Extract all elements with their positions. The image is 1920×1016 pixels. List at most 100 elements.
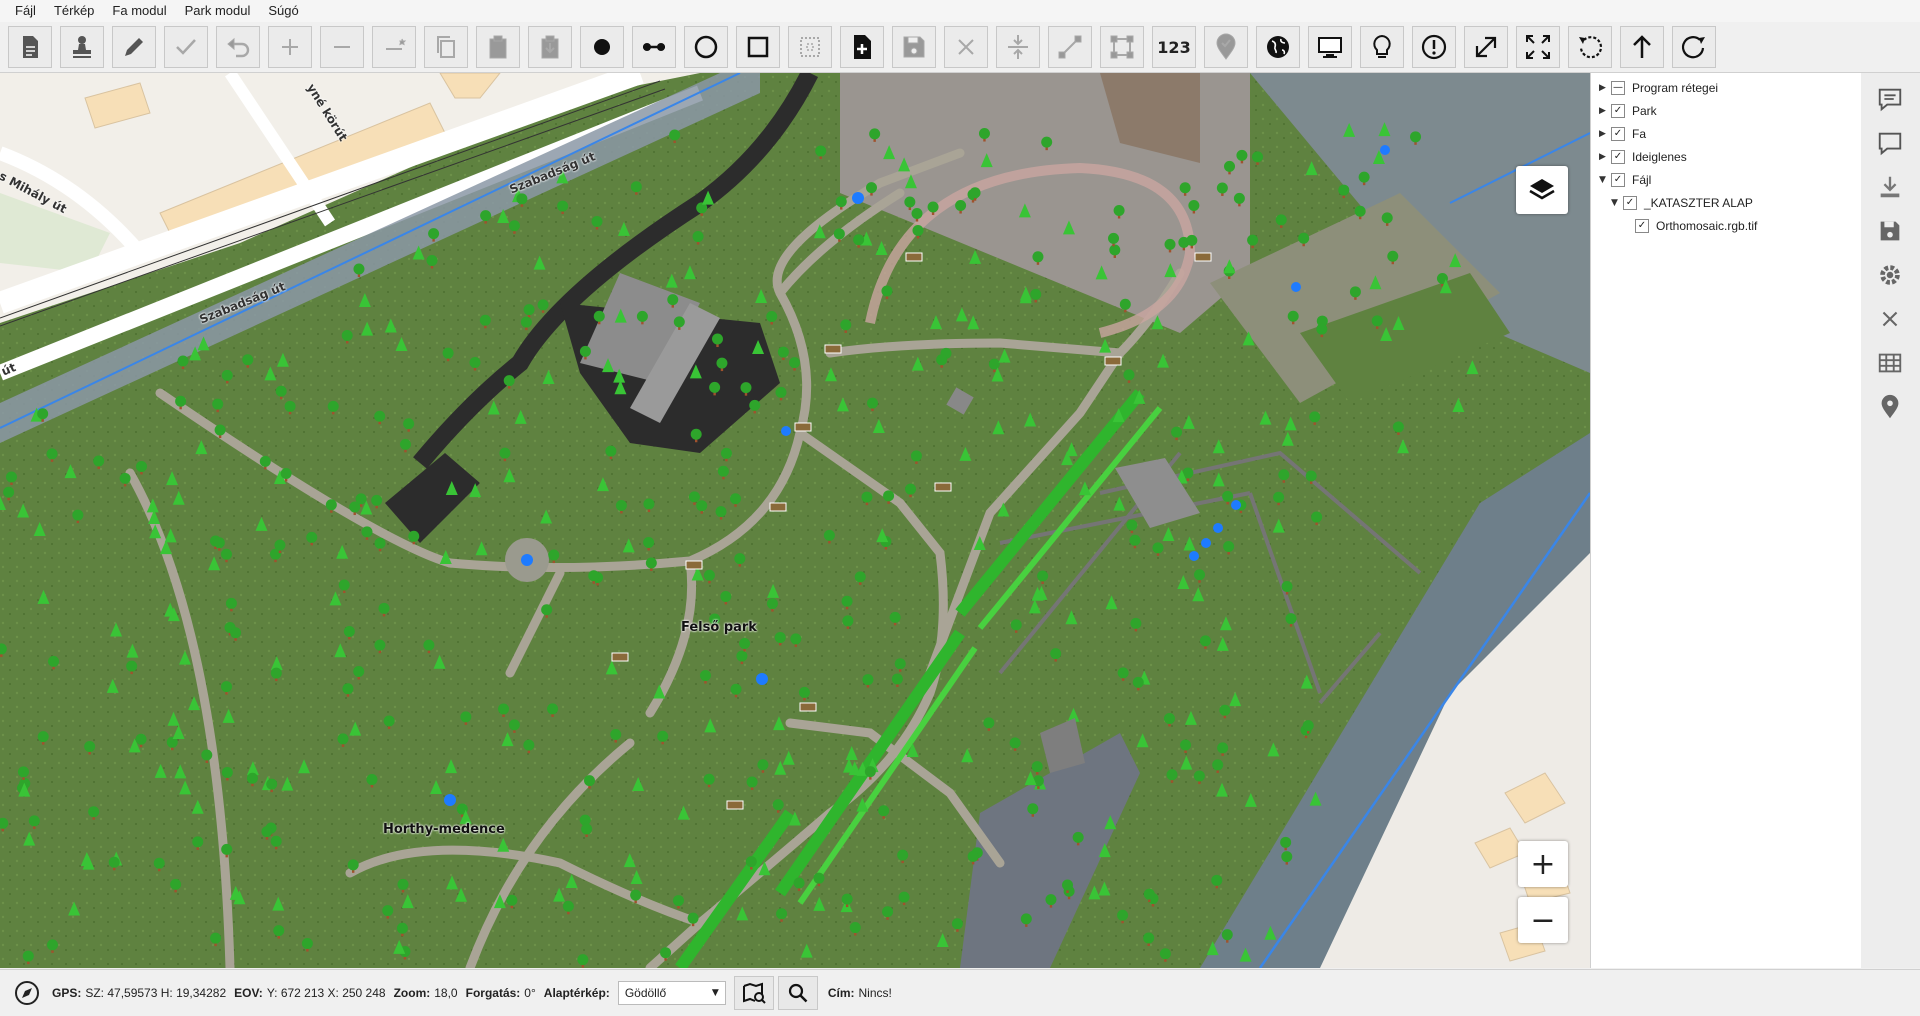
layer-item[interactable]: ▼ ✓ Fájl (1599, 170, 1651, 190)
layer-label: Ideiglenes (1632, 150, 1687, 164)
chat-button[interactable] (1867, 123, 1913, 163)
search-button[interactable] (777, 976, 818, 1010)
caret-right-icon[interactable]: ▶ (1599, 152, 1611, 162)
layer-item[interactable]: ▶ ✓ Ideiglenes (1599, 147, 1687, 167)
layer-item[interactable]: ▶ ✓ Fa (1599, 124, 1646, 144)
measure-icon (1058, 35, 1082, 59)
save-button[interactable] (892, 26, 936, 68)
map-search-button[interactable] (733, 976, 774, 1010)
rotation-value: 0° (524, 986, 536, 1000)
rectangle-tool-button[interactable] (736, 26, 780, 68)
merge-button[interactable] (996, 26, 1040, 68)
caret-right-icon[interactable]: ▶ (1599, 106, 1611, 116)
caret-down-icon[interactable]: ▼ (1611, 198, 1623, 208)
monitor-button[interactable] (1308, 26, 1352, 68)
table-button[interactable] (1867, 343, 1913, 383)
layer-item[interactable]: ▼ ✓ _KATASZTER ALAP (1611, 193, 1753, 213)
add-file-button[interactable] (840, 26, 884, 68)
globe-button[interactable] (1256, 26, 1300, 68)
layer-checkbox[interactable]: ✓ (1611, 104, 1625, 118)
layer-checkbox[interactable]: ✓ (1611, 127, 1625, 141)
verify-location-button[interactable] (1204, 26, 1248, 68)
layer-checkbox[interactable]: ✓ (1623, 196, 1637, 210)
location-button[interactable] (1867, 387, 1913, 427)
copy-icon (437, 36, 455, 58)
caret-down-icon[interactable]: ▼ (1599, 175, 1611, 185)
settings-button[interactable] (1867, 255, 1913, 295)
document-icon (23, 36, 38, 58)
layer-checkbox[interactable]: ✓ (1635, 219, 1649, 233)
save-icon (1880, 221, 1900, 241)
minus-star-icon (386, 38, 407, 50)
caret-right-icon[interactable]: ▶ (1599, 83, 1611, 93)
table-icon (1878, 353, 1902, 373)
map-view[interactable]: s Mihály út yné körút Szabadság út Szaba… (0, 73, 1590, 968)
bulb-button[interactable] (1360, 26, 1404, 68)
layers-button[interactable] (1516, 166, 1568, 214)
layer-item[interactable]: ✓ Orthomosaic.rgb.tif (1623, 216, 1757, 236)
alert-button[interactable] (1412, 26, 1456, 68)
map-label-horthy-medence: Horthy-medence (383, 822, 505, 837)
numbers-button[interactable]: 123 (1152, 26, 1196, 68)
clipboard-download-icon (541, 35, 559, 59)
layer-item[interactable]: ▶ ✓ Park (1599, 101, 1657, 121)
paste-button[interactable] (476, 26, 520, 68)
zoom-in-button[interactable]: + (1518, 841, 1568, 887)
fullscreen-icon (1526, 35, 1550, 59)
numbers-icon: 123 (1157, 37, 1191, 57)
fullscreen-button[interactable] (1516, 26, 1560, 68)
remove-alt-button[interactable] (372, 26, 416, 68)
menu-park-module[interactable]: Park modul (176, 0, 260, 22)
save-panel-button[interactable] (1867, 211, 1913, 251)
zoom-out-button[interactable]: − (1518, 897, 1568, 943)
basemap-value: Gödöllő (624, 986, 667, 1000)
menu-tree-module[interactable]: Fa modul (103, 0, 175, 22)
chat-icon (1878, 132, 1902, 156)
map-label-felso-park: Felső park (681, 620, 757, 635)
paste-down-button[interactable] (528, 26, 572, 68)
close-button[interactable] (1867, 299, 1913, 339)
menu-file[interactable]: Fájl (0, 0, 45, 22)
line-tool-button[interactable] (632, 26, 676, 68)
search-icon (788, 983, 808, 1003)
circle-tool-button[interactable] (684, 26, 728, 68)
layer-item[interactable]: ▶ — Program rétegei (1599, 78, 1718, 98)
dotted-rect-button[interactable] (788, 26, 832, 68)
menu-map[interactable]: Térkép (45, 0, 103, 22)
pencil-icon (125, 38, 143, 56)
add-button[interactable] (268, 26, 312, 68)
bounding-box-button[interactable] (1100, 26, 1144, 68)
rotate-left-button[interactable] (1568, 26, 1612, 68)
address-value: Nincs! (858, 986, 892, 1000)
download-button[interactable] (1867, 167, 1913, 207)
menu-help[interactable]: Súgó (259, 0, 307, 22)
undo-button[interactable] (216, 26, 260, 68)
remove-button[interactable] (320, 26, 364, 68)
expand-button[interactable] (1464, 26, 1508, 68)
copy-button[interactable] (424, 26, 468, 68)
monitor-icon (1318, 37, 1342, 58)
rotate-right-button[interactable] (1672, 26, 1716, 68)
check-icon (176, 39, 196, 55)
plus-icon: + (1530, 846, 1556, 882)
layer-label: Orthomosaic.rgb.tif (1656, 219, 1758, 233)
point-tool-button[interactable] (580, 26, 624, 68)
toolbar: 123 (0, 22, 1920, 73)
basemap-select[interactable]: Gödöllő ▼ (617, 981, 726, 1005)
layer-checkbox[interactable]: ✓ (1611, 150, 1625, 164)
new-document-button[interactable] (8, 26, 52, 68)
close-icon (1882, 311, 1898, 327)
edit-button[interactable] (112, 26, 156, 68)
stamp-button[interactable] (60, 26, 104, 68)
delete-button[interactable] (944, 26, 988, 68)
comment-button[interactable] (1867, 79, 1913, 119)
map-canvas (0, 73, 1590, 968)
layer-checkbox[interactable]: — (1611, 81, 1625, 95)
layer-checkbox[interactable]: ✓ (1611, 173, 1625, 187)
confirm-button[interactable] (164, 26, 208, 68)
north-button[interactable] (1620, 26, 1664, 68)
globe-icon (1267, 36, 1289, 58)
measure-button[interactable] (1048, 26, 1092, 68)
caret-right-icon[interactable]: ▶ (1599, 129, 1611, 139)
eov-value: Y: 672 213 X: 250 248 (266, 986, 386, 1000)
